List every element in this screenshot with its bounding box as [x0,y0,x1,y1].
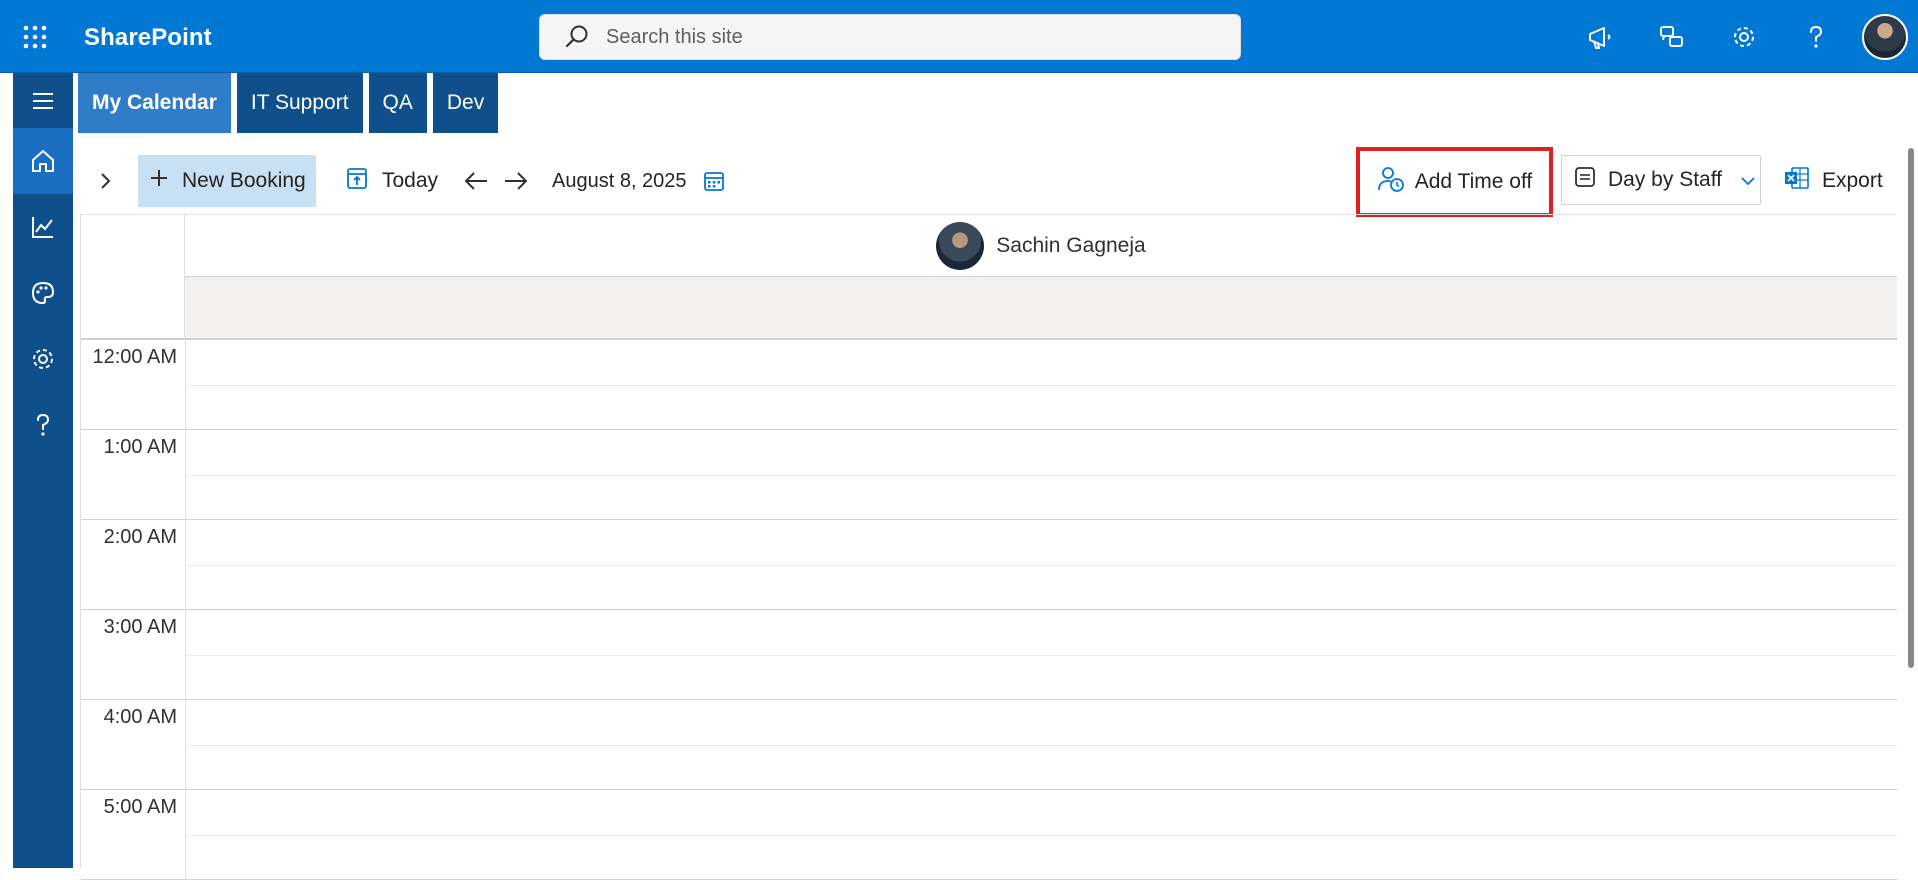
menu-icon[interactable] [13,73,73,128]
today-button[interactable]: Today [346,155,438,207]
calendar-tabs: My Calendar IT Support QA Dev [78,73,499,133]
vertical-scrollbar[interactable] [1908,148,1914,668]
plus-icon [150,169,168,193]
export-label: Export [1822,169,1883,192]
date-picker-icon[interactable] [698,155,730,207]
view-icon [1574,166,1596,194]
time-label: 5:00 AM [103,796,177,818]
time-label: 12:00 AM [92,346,177,368]
time-label: 2:00 AM [103,526,177,548]
time-slot-row[interactable]: 1:00 AM [81,430,1897,520]
tab-dev[interactable]: Dev [432,73,499,133]
new-booking-label: New Booking [182,169,306,192]
all-day-row[interactable] [185,277,1897,340]
next-day-button[interactable] [498,155,534,207]
waffle-icon[interactable] [18,20,52,54]
tab-qa[interactable]: QA [368,73,427,133]
add-time-off-button[interactable]: Add Time off [1356,147,1553,217]
previous-day-button[interactable] [458,155,494,207]
time-slot-row[interactable]: 12:00 AM [81,340,1897,430]
export-button[interactable]: Export [1784,155,1883,207]
today-label: Today [382,169,439,192]
expand-button[interactable] [90,155,120,207]
search-box[interactable] [539,14,1241,60]
view-selector-dropdown[interactable]: Day by Staff [1561,155,1761,205]
time-gutter-header [81,215,185,340]
hour-rows: 12:00 AM 1:00 AM 2:00 AM 3:00 AM 4:00 AM… [81,340,1897,880]
staff-avatar [936,221,985,270]
time-label: 1:00 AM [103,436,177,458]
help-icon[interactable] [1780,0,1852,73]
new-booking-button[interactable]: New Booking [138,155,316,207]
home-icon[interactable] [13,128,73,194]
current-date: August 8, 2025 [552,169,687,192]
search-icon [564,23,592,51]
time-slot-row[interactable]: 3:00 AM [81,610,1897,700]
analytics-icon[interactable] [13,194,73,260]
user-avatar[interactable] [1862,13,1908,60]
person-clock-icon [1377,165,1405,199]
calendar-grid: Sachin Gagneja 12:00 AM 1:00 AM 2:00 AM … [80,214,1897,880]
time-slot-row[interactable]: 4:00 AM [81,700,1897,790]
time-label: 4:00 AM [103,706,177,728]
left-rail [13,73,73,868]
add-time-off-label: Add Time off [1414,170,1533,193]
excel-icon [1784,166,1810,196]
suite-bar: SharePoint [0,0,1918,73]
staff-column-header[interactable]: Sachin Gagneja [185,215,1897,277]
chevron-down-icon [1740,168,1756,192]
tab-it-support[interactable]: IT Support [236,73,363,133]
time-slot-row[interactable]: 5:00 AM [81,790,1897,880]
settings-icon[interactable] [13,326,73,392]
calendar-today-icon [346,166,368,196]
tab-my-calendar[interactable]: My Calendar [78,73,231,133]
megaphone-icon[interactable] [1564,0,1636,73]
app-brand[interactable]: SharePoint [84,24,212,52]
staff-name: Sachin Gagneja [996,233,1146,257]
chat-icon[interactable] [1636,0,1708,73]
palette-icon[interactable] [13,260,73,326]
time-label: 3:00 AM [103,616,177,638]
help-icon[interactable] [13,392,73,458]
command-bar: New Booking Today August 8, 2025 Add Tim… [78,147,1898,217]
view-selector-label: Day by Staff [1608,168,1723,191]
gear-icon[interactable] [1708,0,1780,73]
search-input[interactable] [606,25,1206,49]
time-slot-row[interactable]: 2:00 AM [81,520,1897,610]
